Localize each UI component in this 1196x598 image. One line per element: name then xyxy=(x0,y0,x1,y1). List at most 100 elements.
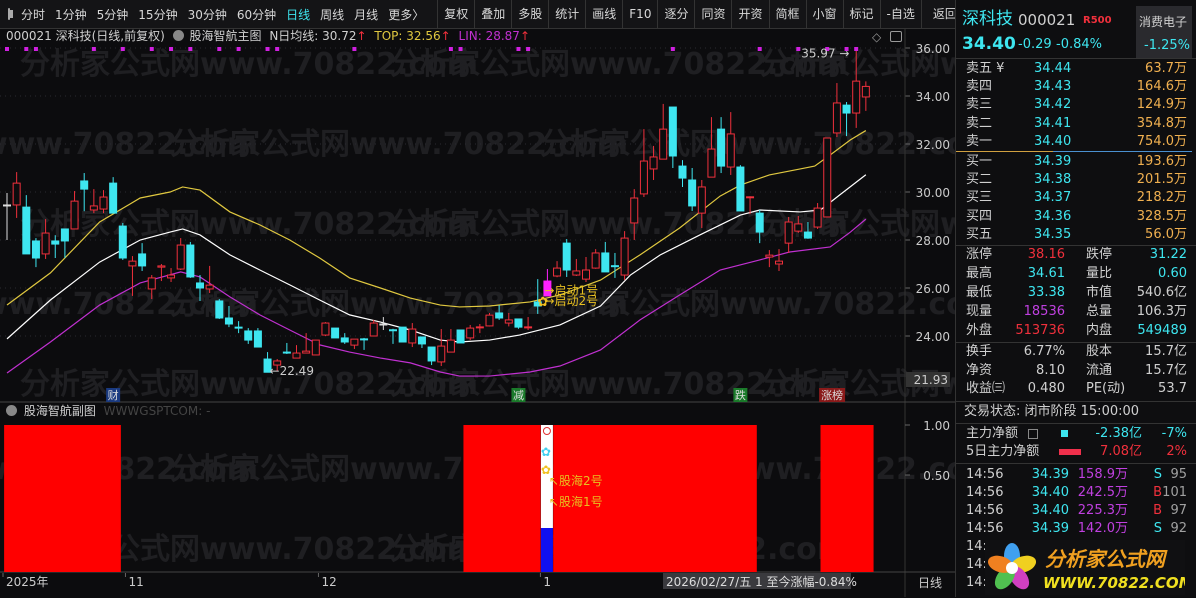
period-tab-5[interactable]: 60分钟 xyxy=(232,6,281,23)
top-marker xyxy=(516,47,521,51)
bids-row[interactable]: 买三 34.37 218.2万 xyxy=(956,189,1196,207)
toolbar-button-4[interactable]: 画线 xyxy=(585,0,622,29)
period-label[interactable]: 日线 xyxy=(918,576,942,590)
signal-tag[interactable]: 跌 xyxy=(735,388,746,402)
candle[interactable] xyxy=(485,312,494,327)
toolbar: 分时 1分钟 5分钟 15分钟 30分钟 60分钟 日线 周线 月线 更多〉 复权 叠加 多股 统计 画线… xyxy=(0,0,957,29)
top-marker xyxy=(120,47,125,51)
candle[interactable] xyxy=(118,222,127,260)
tick-volume: 242.5万 xyxy=(1077,485,1128,500)
period-tab-3[interactable]: 15分钟 xyxy=(133,6,182,23)
candle-body xyxy=(688,179,697,207)
candle-body xyxy=(128,260,137,267)
divider xyxy=(956,463,1196,464)
period-tab-8[interactable]: 月线 xyxy=(349,6,383,23)
candle[interactable] xyxy=(398,326,407,343)
indicator-dropdown-icon[interactable] xyxy=(172,30,184,41)
candle[interactable] xyxy=(186,241,195,278)
period-tab-0[interactable]: 分时 xyxy=(16,6,50,23)
candle-body xyxy=(427,346,436,362)
stat-label: 最高 xyxy=(966,266,993,281)
panel-toggle-icon[interactable] xyxy=(890,31,902,42)
list-icon[interactable] xyxy=(1028,429,1038,439)
candle[interactable] xyxy=(620,231,629,281)
candle[interactable] xyxy=(823,137,832,218)
signal-tag[interactable]: 财 xyxy=(108,388,119,402)
asks-row[interactable]: 卖五 ¥ 34.44 63.7万 xyxy=(956,60,1196,78)
period-tab-6[interactable]: 日线 xyxy=(281,6,315,23)
candle-body xyxy=(360,338,369,341)
bids-row[interactable]: 买二 34.38 201.5万 xyxy=(956,171,1196,189)
period-tab-7[interactable]: 周线 xyxy=(315,6,349,23)
candle-body xyxy=(22,206,31,255)
toolbar-button-6[interactable]: 逐分 xyxy=(657,0,694,29)
toolbar-button-11[interactable]: 标记 xyxy=(842,0,880,29)
period-tab-4[interactable]: 30分钟 xyxy=(183,6,232,23)
candle-body xyxy=(852,80,861,114)
candle[interactable] xyxy=(321,322,330,336)
tick-count: 92 xyxy=(1170,521,1187,536)
top-marker xyxy=(169,47,174,51)
bids-row[interactable]: 买五 34.35 56.0万 xyxy=(956,226,1196,244)
candle[interactable] xyxy=(331,327,340,339)
candle[interactable] xyxy=(253,328,262,348)
kline-chart[interactable]: 分析家公式网www.70822.com分析家公式网www.70822.com分析… xyxy=(0,29,955,597)
asks-price: 34.44 xyxy=(1034,61,1072,76)
bids-row[interactable]: 买四 34.36 328.5万 xyxy=(956,208,1196,226)
sub-indicator-value: WWWGSPTCOM: - xyxy=(103,404,211,418)
toolbar-button-7[interactable]: 同资 xyxy=(694,0,731,29)
candle[interactable] xyxy=(311,339,320,356)
bids-row[interactable]: 买一 34.39 193.6万 xyxy=(956,153,1196,171)
tick-volume: 158.9万 xyxy=(1077,467,1128,482)
flow-row: 5日主力净额 7.08亿 2% xyxy=(956,443,1196,461)
signal-block xyxy=(4,425,121,572)
toolbar-button-9[interactable]: 简框 xyxy=(768,0,806,29)
candle[interactable] xyxy=(736,165,745,212)
asks-row[interactable]: 卖四 34.43 164.6万 xyxy=(956,78,1196,96)
bids-price: 34.39 xyxy=(1034,154,1072,169)
diamond-icon[interactable]: ◇ xyxy=(872,30,881,44)
fundamental-label: 净资 xyxy=(966,362,993,378)
toolbar-button-12[interactable]: -自选 xyxy=(879,0,921,29)
sub-dropdown-icon[interactable] xyxy=(6,405,17,416)
asks-row[interactable]: 卖一 34.40 754.0万 xyxy=(956,133,1196,151)
sidebar-toggle-icon[interactable] xyxy=(8,8,13,20)
candle-body xyxy=(794,223,803,232)
toolbar-button-5[interactable]: F10 xyxy=(622,0,657,29)
candle[interactable] xyxy=(215,299,224,319)
divider xyxy=(956,423,1196,424)
sub-indicator-name[interactable]: 股海智航副图 xyxy=(24,404,96,418)
period-tab-1[interactable]: 1分钟 xyxy=(50,6,92,23)
flow-swatch xyxy=(1061,430,1068,437)
tick-row: 14:56 34.40 225.3万 B 97 xyxy=(956,502,1196,520)
candle[interactable] xyxy=(514,318,523,329)
asks-price: 34.41 xyxy=(1034,115,1072,131)
candle-body xyxy=(282,351,291,354)
period-tab-2[interactable]: 5分钟 xyxy=(92,6,134,23)
toolbar-button-8[interactable]: 开资 xyxy=(731,0,768,29)
y-tick-label: 24.00 xyxy=(916,330,950,344)
toolbar-button-3[interactable]: 统计 xyxy=(548,0,585,29)
asks-row[interactable]: 卖三 34.42 124.9万 xyxy=(956,96,1196,114)
toolbar-button-1[interactable]: 叠加 xyxy=(474,0,511,29)
period-tab-9[interactable]: 更多〉 xyxy=(383,6,429,23)
x-tick-label: 11 xyxy=(128,575,143,589)
stat-value: 513736 xyxy=(1015,323,1065,338)
toolbar-button-0[interactable]: 复权 xyxy=(437,0,474,29)
candle-body xyxy=(417,336,426,345)
fundamental-label: PE(动) xyxy=(1086,381,1126,396)
tick-time: 14:56 xyxy=(966,521,1004,536)
sub-y-tick-label: 1.00 xyxy=(923,419,950,433)
up-arrow-icon: ↑ xyxy=(519,29,531,43)
candle-body xyxy=(389,329,397,332)
candle[interactable] xyxy=(456,329,465,344)
toolbar-button-2[interactable]: 多股 xyxy=(511,0,548,29)
toolbar-button-10[interactable]: 小窗 xyxy=(805,0,843,29)
signal-tag[interactable]: 涨榜 xyxy=(821,388,843,402)
signal-tag[interactable]: 减 xyxy=(513,389,524,402)
candle-body xyxy=(707,148,716,178)
sector-name[interactable]: 消费电子 xyxy=(1139,13,1187,31)
indicator-name[interactable]: 股海智航主图 xyxy=(189,29,261,43)
candle-body xyxy=(437,345,446,363)
asks-row[interactable]: 卖二 34.41 354.8万 xyxy=(956,115,1196,133)
